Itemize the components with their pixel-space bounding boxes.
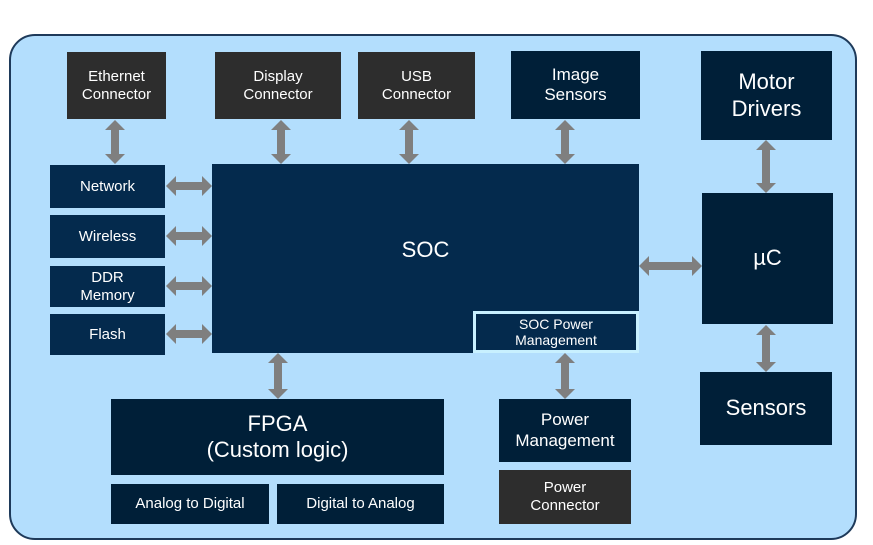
motor-drivers-block: Motor Drivers [701,51,832,140]
fpga-block: FPGA (Custom logic) [111,399,444,475]
ddr-memory-block: DDR Memory [50,266,165,307]
wireless-block: Wireless [50,215,165,258]
power-management-block: Power Management [499,399,631,462]
image-sensors-block: Image Sensors [511,51,640,119]
display-connector-block: Display Connector [215,52,341,119]
sensors-block: Sensors [700,372,832,445]
power-connector-block: Power Connector [499,470,631,524]
network-block: Network [50,165,165,208]
usb-connector-block: USB Connector [358,52,475,119]
digital-to-analog-block: Digital to Analog [277,484,444,524]
microcontroller-block: µC [702,193,833,324]
ethernet-connector-block: Ethernet Connector [67,52,166,119]
soc-power-management-block: SOC Power Management [473,311,639,353]
flash-block: Flash [50,314,165,355]
analog-to-digital-block: Analog to Digital [111,484,269,524]
